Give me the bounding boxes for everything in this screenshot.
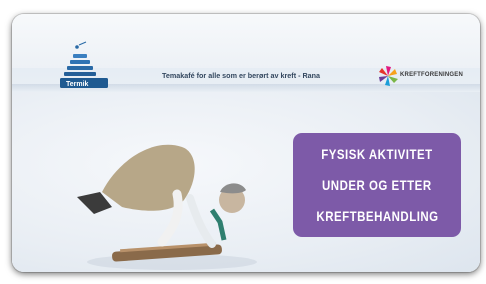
- headline-line-1: FYSISK AKTIVITET: [321, 146, 433, 163]
- partner-name: KREFTFORENINGEN: [400, 72, 463, 78]
- banner-card: Termik Temakafé for alle som er berørt a…: [12, 14, 480, 272]
- headline-box: FYSISK AKTIVITET UNDER OG ETTER KREFTBEH…: [293, 133, 461, 237]
- logo-icon: Termik: [60, 41, 108, 88]
- headline-line-3: KREFTBEHANDLING: [315, 207, 439, 224]
- event-title: Temakafé for alle som er berørt av kreft…: [162, 71, 321, 80]
- logo-label: Termik: [66, 81, 89, 88]
- person-yoga-photo: [77, 144, 257, 270]
- headline-line-2: UNDER OG ETTER: [322, 176, 432, 193]
